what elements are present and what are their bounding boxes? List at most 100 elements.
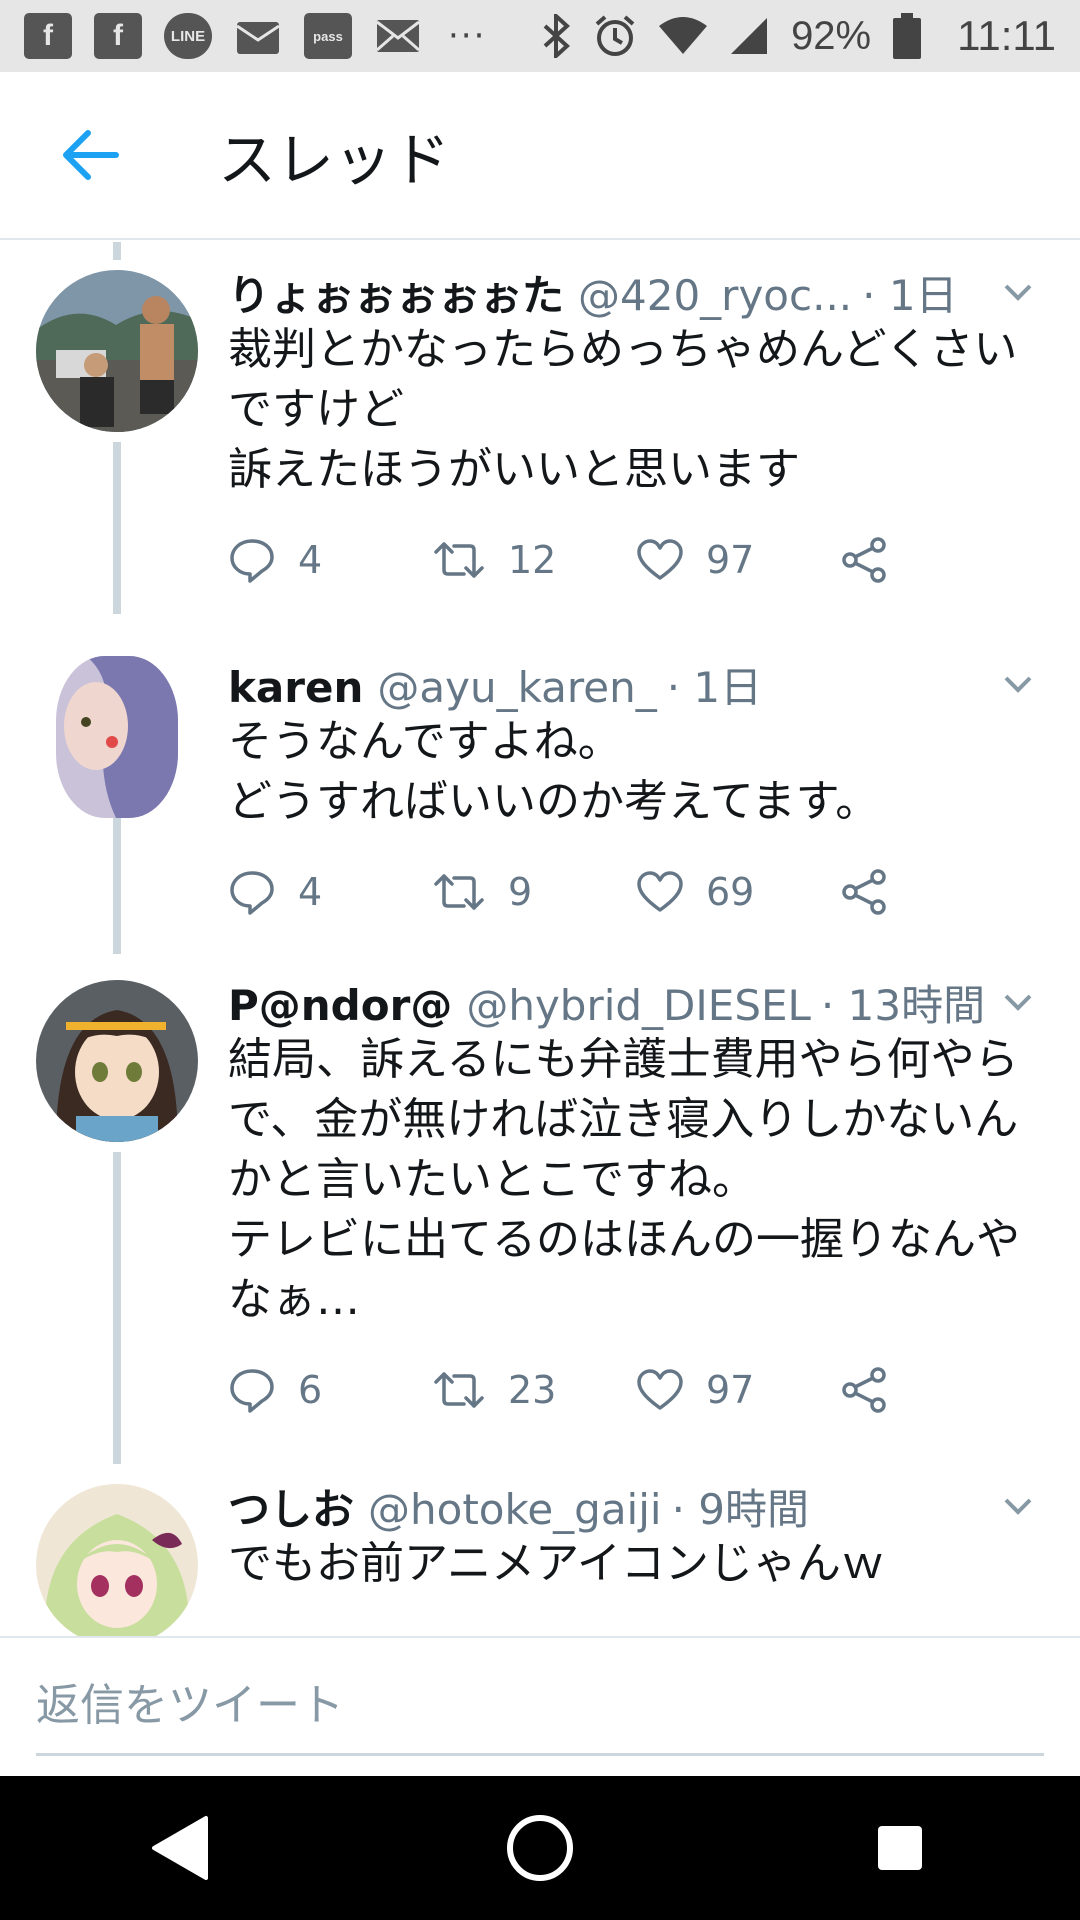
more-notifications: ··· <box>448 16 487 56</box>
heart-icon <box>637 871 683 912</box>
home-circle-icon <box>507 1815 573 1881</box>
reply-button[interactable]: 6 <box>228 1367 432 1413</box>
author-handle[interactable]: @ayu_karen_ <box>377 663 656 712</box>
avatar[interactable] <box>56 656 178 818</box>
wifi-icon <box>659 16 708 56</box>
share-icon <box>842 1367 886 1413</box>
reply-count: 4 <box>298 538 323 582</box>
author-handle[interactable]: @420_ryoc... <box>578 271 852 320</box>
app-header: スレッド <box>0 72 1080 240</box>
retweet-icon <box>434 1372 484 1408</box>
chevron-down-icon[interactable] <box>998 664 1038 704</box>
tweet-body: karen @ayu_karen_ · 1日 そうなんですよね。 どうすればいい… <box>228 654 1044 922</box>
author-name[interactable]: karen <box>228 663 363 712</box>
retweet-icon <box>434 542 484 578</box>
tweet-text: 裁判とかなったらめっちゃめんどくさい ですけど 訴えたほうがいいと思います <box>228 324 1018 495</box>
tweet-body: つしお @hotoke_gaiji · 9時間 でもお前アニメアイコンじゃんｗ <box>228 1476 1044 1594</box>
reply-icon <box>230 1369 274 1413</box>
heart-icon <box>637 539 683 580</box>
like-count: 97 <box>706 538 755 582</box>
timestamp: · 13時間 <box>820 981 986 1030</box>
signal-icon <box>729 16 769 56</box>
like-count: 97 <box>706 1368 755 1412</box>
reply-icon <box>230 539 274 583</box>
bluetooth-icon <box>541 14 571 58</box>
tweet-header: P@ndor@ @hybrid_DIESEL · 13時間 <box>228 972 1044 1032</box>
retweet-button[interactable]: 12 <box>432 538 636 582</box>
reply-input[interactable] <box>36 1658 1044 1756</box>
author-name[interactable]: りょぉぉぉぉぉた <box>228 262 564 322</box>
author-name[interactable]: P@ndor@ <box>228 981 452 1030</box>
like-count: 69 <box>706 870 755 914</box>
reply-count: 4 <box>298 870 323 914</box>
author-handle[interactable]: @hybrid_DIESEL <box>466 981 811 1030</box>
author-handle[interactable]: @hotoke_gaiji <box>368 1485 662 1534</box>
tweet-text: そうなんですよね。 どうすればいいのか考えてます。 <box>228 716 880 827</box>
reply-bar <box>0 1636 1080 1776</box>
tweet-text: 結局、訴えるにも弁護士費用やら何やら で、金が無ければ泣き寝入りしかないん かと… <box>228 1034 1020 1325</box>
triangle-back-icon <box>152 1816 208 1880</box>
system-icons: 92% 11:11 <box>541 12 1056 60</box>
back-button[interactable] <box>50 115 130 195</box>
notification-icons: f f LINE pass ··· <box>24 13 486 59</box>
retweet-count: 9 <box>508 870 533 914</box>
facebook-icon: f <box>94 13 142 59</box>
retweet-button[interactable]: 23 <box>432 1368 636 1412</box>
reply-button[interactable]: 4 <box>228 869 432 915</box>
share-button[interactable] <box>840 868 1044 916</box>
retweet-count: 23 <box>508 1368 557 1412</box>
nav-recents-button[interactable] <box>840 1788 960 1908</box>
au-mail-icon <box>234 13 282 59</box>
screen: f f LINE pass ··· 92% 11:11 スレッド りょぉぉぉぉぉ… <box>0 0 1080 1920</box>
like-button[interactable]: 97 <box>636 538 840 582</box>
android-nav-bar <box>0 1776 1080 1920</box>
thread-connector <box>113 442 121 614</box>
share-icon <box>842 869 886 915</box>
tweet-actions: 4 12 97 <box>228 530 1044 590</box>
line-icon: LINE <box>164 13 212 59</box>
retweet-button[interactable]: 9 <box>432 870 636 914</box>
chevron-down-icon[interactable] <box>998 1486 1038 1526</box>
retweet-icon <box>434 874 484 910</box>
nav-home-button[interactable] <box>480 1788 600 1908</box>
facebook-icon: f <box>24 13 72 59</box>
tweet-body: P@ndor@ @hybrid_DIESEL · 13時間 結局、訴えるにも弁護… <box>228 972 1044 1420</box>
tweet-text: でもお前アニメアイコンじゃんｗ <box>228 1538 885 1589</box>
tweet-body: りょぉぉぉぉぉた @420_ryoc... · 1日 裁判とかなったらめっちゃめ… <box>228 262 1044 590</box>
square-recents-icon <box>878 1826 922 1870</box>
reply-button[interactable]: 4 <box>228 537 432 583</box>
avatar[interactable] <box>36 270 198 432</box>
tweet-header: つしお @hotoke_gaiji · 9時間 <box>228 1476 1044 1536</box>
heart-icon <box>637 1369 683 1410</box>
like-button[interactable]: 97 <box>636 1368 840 1412</box>
timestamp: · 1日 <box>666 663 763 712</box>
avatar[interactable] <box>36 980 198 1142</box>
chevron-down-icon[interactable] <box>998 982 1038 1022</box>
clock: 11:11 <box>957 12 1056 59</box>
tweet-header: karen @ayu_karen_ · 1日 <box>228 654 1044 714</box>
pass-icon: pass <box>304 13 352 59</box>
thread-connector <box>113 1152 121 1464</box>
alarm-icon <box>593 14 637 58</box>
status-bar: f f LINE pass ··· 92% 11:11 <box>0 0 1080 72</box>
page-title: スレッド <box>218 126 451 194</box>
share-icon <box>842 537 886 583</box>
back-arrow-icon <box>63 130 119 180</box>
timestamp: · 9時間 <box>671 1485 810 1534</box>
nav-back-button[interactable] <box>120 1788 240 1908</box>
retweet-count: 12 <box>508 538 557 582</box>
reply-count: 6 <box>298 1368 323 1412</box>
chevron-down-icon[interactable] <box>998 272 1038 312</box>
battery-icon <box>893 13 922 59</box>
share-button[interactable] <box>840 1366 1044 1414</box>
reply-icon <box>230 871 274 915</box>
battery-percent: 92% <box>791 13 872 58</box>
share-button[interactable] <box>840 536 1044 584</box>
tweet-header: りょぉぉぉぉぉた @420_ryoc... · 1日 <box>228 262 1044 322</box>
like-button[interactable]: 69 <box>636 870 840 914</box>
thread-list[interactable]: りょぉぉぉぉぉた @420_ryoc... · 1日 裁判とかなったらめっちゃめ… <box>0 242 1080 1636</box>
avatar[interactable] <box>36 1484 198 1636</box>
tweet-actions: 6 23 97 <box>228 1360 1044 1420</box>
thread-connector <box>113 242 121 260</box>
author-name[interactable]: つしお <box>228 1476 354 1536</box>
